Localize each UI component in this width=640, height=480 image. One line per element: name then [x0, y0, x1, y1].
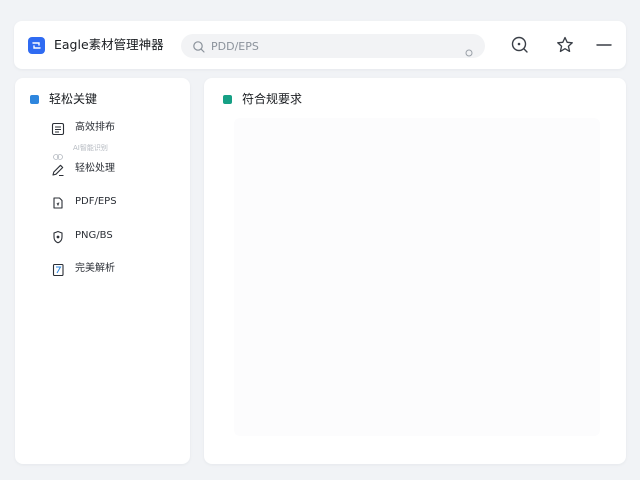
sidebar-item-label: 完美解析 [75, 263, 115, 274]
sidebar-item-label: 高效排布 [75, 122, 115, 133]
sidebar-item-layout[interactable]: 高效排布 [51, 120, 115, 136]
zoom-search-icon[interactable] [510, 35, 530, 55]
app-title: Eagle素材管理神器 [54, 37, 164, 52]
sidebar-item-png-bs[interactable]: PNG/BS [51, 228, 113, 244]
shield-icon [51, 229, 65, 244]
edit-icon [51, 162, 65, 176]
sub-caption-label: AI智能识别 [73, 144, 108, 152]
sidebar-item-pdf-eps[interactable]: PDF/EPS [51, 194, 117, 210]
sub-caption: AI智能识别 [53, 143, 108, 160]
sidebar-item-label: 轻松处理 [75, 163, 115, 174]
sidebar-item-parse[interactable]: 完美解析 [51, 261, 115, 277]
document-icon [51, 195, 65, 209]
main-section-title: 符合规要求 [242, 92, 303, 106]
clear-search-icon[interactable] [465, 42, 473, 57]
app-logo-icon[interactable] [28, 37, 45, 54]
link-icon [53, 145, 63, 160]
search-icon [192, 39, 206, 53]
sidebar-panel: 轻松关键 高效排布 AI智能识别 轻松处理 PDF/EPS PNG/BS 完美解… [15, 78, 190, 464]
sidebar-item-label: PDF/EPS [75, 196, 117, 207]
section-marker-icon [30, 94, 39, 104]
main-panel: 符合规要求 [204, 78, 626, 464]
search-input[interactable] [211, 37, 451, 55]
list-icon [51, 121, 65, 136]
search-box[interactable] [181, 34, 485, 58]
main-section-header: 符合规要求 [223, 91, 302, 107]
sidebar-section-title: 轻松关键 [49, 92, 98, 106]
top-bar: Eagle素材管理神器 [14, 21, 626, 69]
sidebar-section-header: 轻松关键 [30, 91, 97, 107]
sidebar-item-process[interactable]: 轻松处理 [51, 161, 115, 177]
star-icon[interactable] [555, 35, 575, 55]
section-marker-icon [223, 94, 232, 104]
minimize-icon[interactable] [594, 35, 614, 55]
content-area [234, 118, 600, 436]
sidebar-item-label: PNG/BS [75, 230, 113, 241]
book-icon [51, 262, 65, 277]
